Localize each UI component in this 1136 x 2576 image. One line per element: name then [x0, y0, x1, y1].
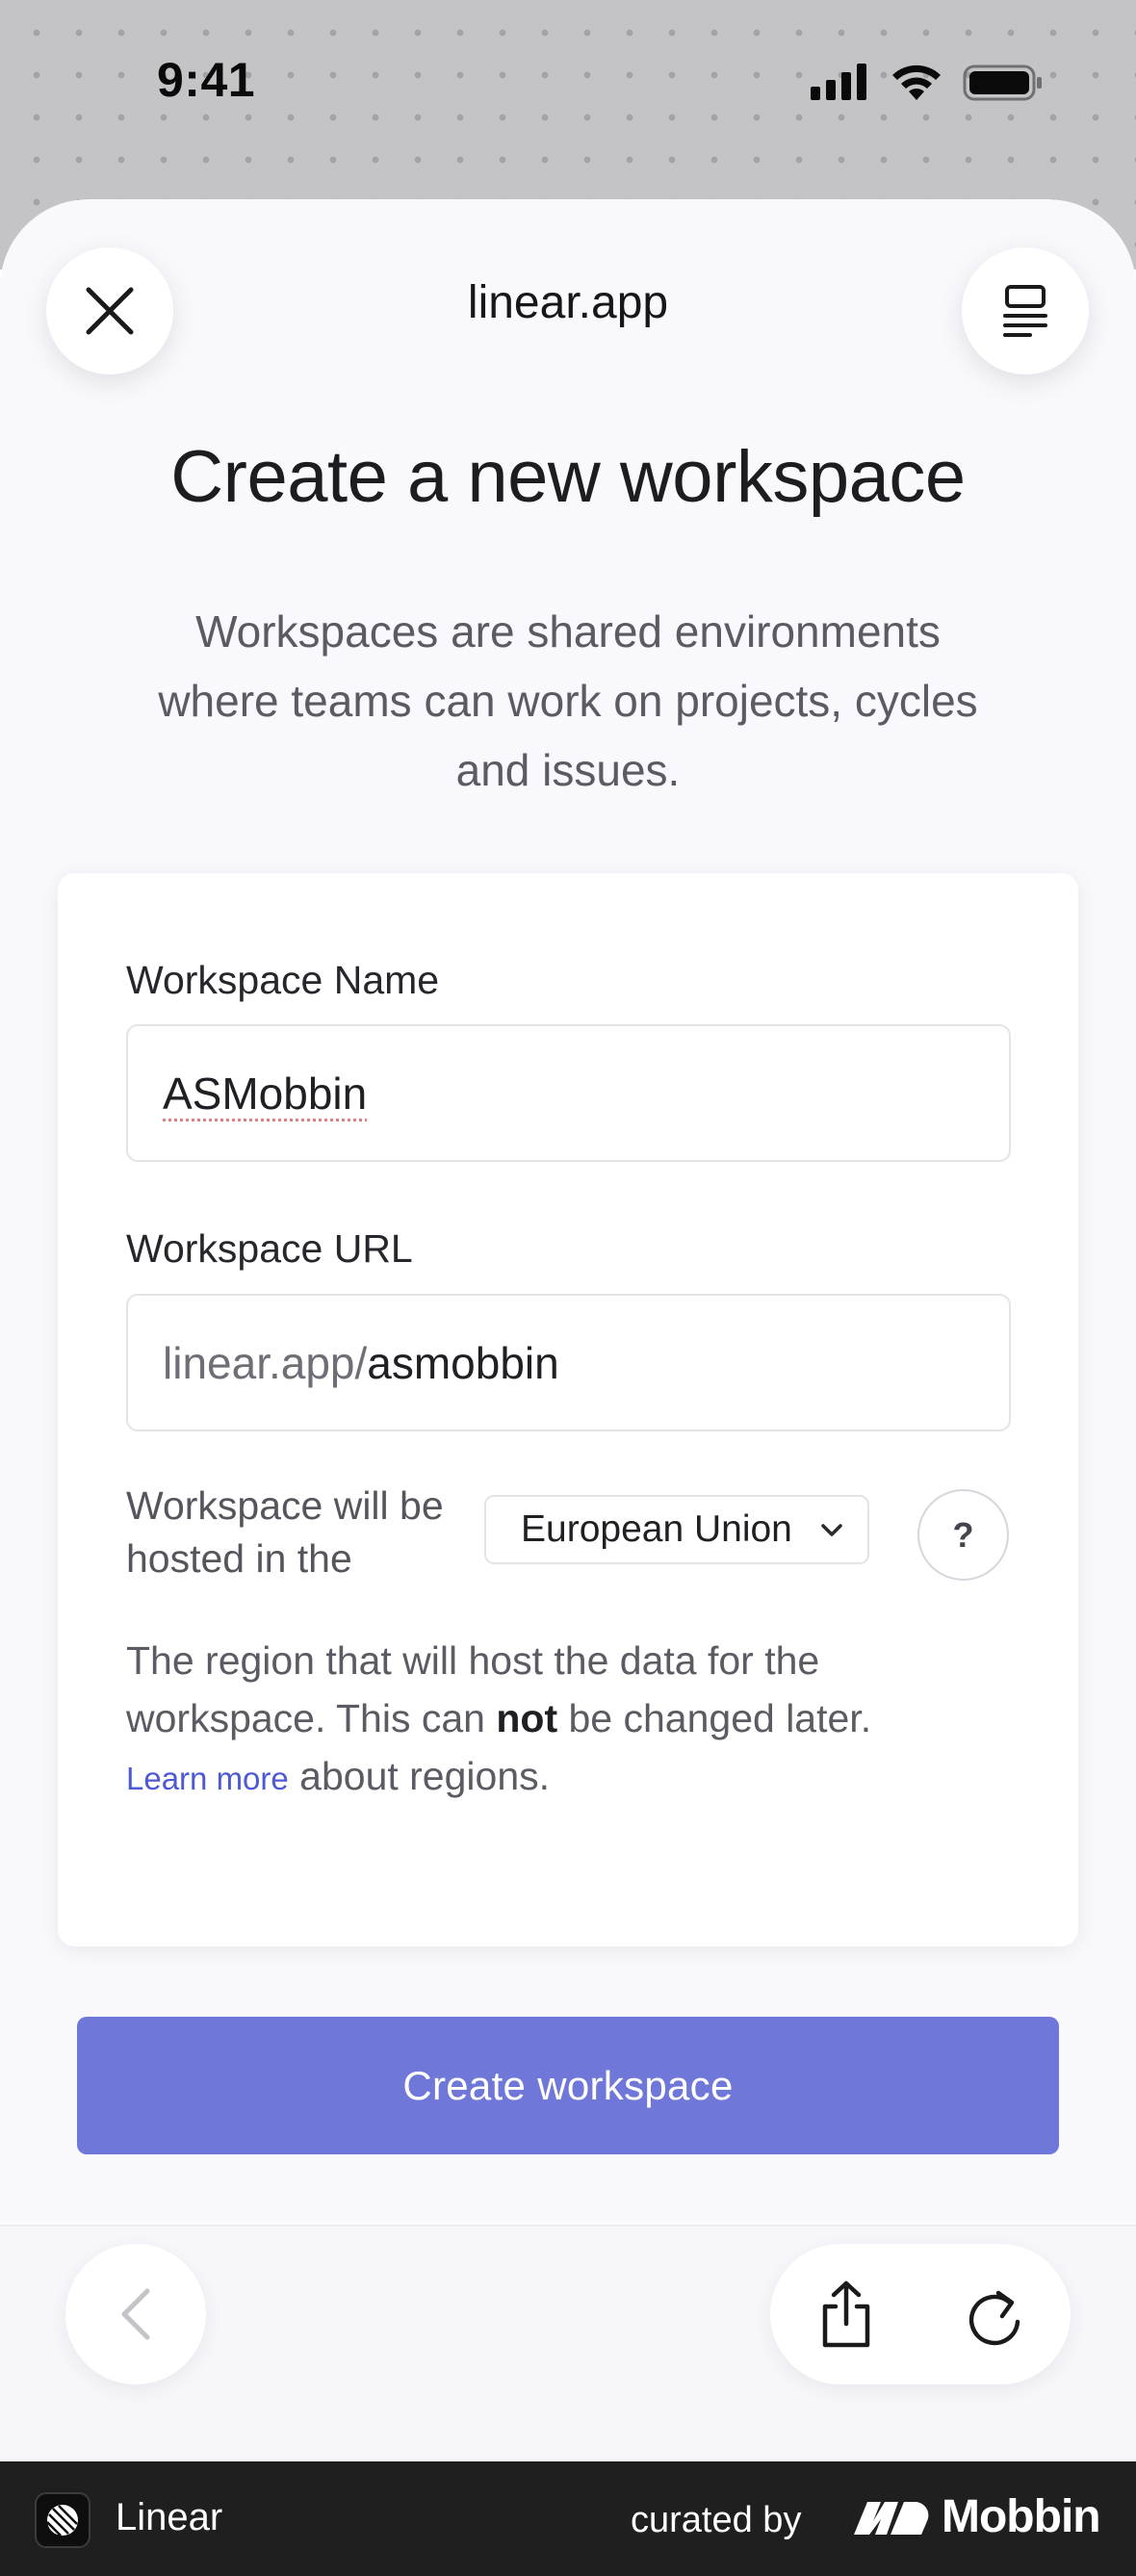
mobbin-brand-name: Mobbin [942, 2491, 1101, 2542]
region-note: The region that will host the data for t… [126, 1632, 954, 1808]
workspace-name-label: Workspace Name [126, 958, 440, 1002]
hosted-region-label: Workspace will be hosted in the [126, 1483, 444, 1581]
mobbin-logo-icon [854, 2502, 929, 2535]
back-button[interactable] [65, 2244, 206, 2384]
toolbar-action-group [770, 2244, 1071, 2384]
workspace-name-value: ASMobbin [163, 1068, 368, 1119]
reader-mode-icon [1003, 285, 1047, 337]
reload-icon [968, 2290, 1020, 2346]
browser-sheet: linear.app Create a new workspace Worksp… [0, 199, 1136, 2461]
reader-mode-button[interactable] [962, 247, 1089, 374]
page-title: Create a new workspace [170, 436, 966, 518]
region-select-value: European Union [521, 1508, 792, 1550]
chevron-down-icon [821, 1524, 842, 1536]
back-chevron-icon [121, 2288, 150, 2340]
cellular-signal-icon [811, 64, 866, 100]
status-bar: 9:41 [0, 0, 1136, 168]
learn-more-link[interactable]: Learn more [126, 1761, 289, 1796]
curated-by-label: curated by [631, 2500, 802, 2540]
workspace-url-prefix: linear.app/ [163, 1337, 368, 1388]
workspace-url-input[interactable]: linear.app/asmobbin [126, 1294, 1011, 1431]
linear-logo-icon [35, 2492, 90, 2548]
region-note-text-end: about regions. [288, 1754, 551, 1798]
battery-icon [963, 64, 1042, 101]
reload-button[interactable] [922, 2244, 1067, 2384]
workspace-form-card: Workspace Name ASMobbin Workspace URL li… [58, 873, 1078, 1946]
region-help-button[interactable]: ? [917, 1489, 1009, 1581]
page-intro: Workspaces are shared environments where… [158, 606, 978, 795]
share-button[interactable] [774, 2244, 918, 2384]
workspace-url-label: Workspace URL [126, 1226, 413, 1271]
share-icon [822, 2280, 870, 2348]
region-select[interactable]: European Union [484, 1495, 869, 1564]
status-time: 9:41 [157, 53, 256, 107]
footer-app-name: Linear [116, 2496, 223, 2538]
footer-bar: Linear curated by Mobbin [0, 2461, 1136, 2576]
region-note-text-middle: be changed later. [557, 1696, 872, 1740]
workspace-url-value: asmobbin [367, 1337, 559, 1388]
wifi-icon [892, 64, 941, 100]
workspace-name-input[interactable]: ASMobbin [126, 1024, 1011, 1162]
region-note-emphasis: not [496, 1696, 558, 1740]
create-workspace-button[interactable]: Create workspace [77, 2017, 1059, 2154]
browser-toolbar [0, 2225, 1136, 2461]
